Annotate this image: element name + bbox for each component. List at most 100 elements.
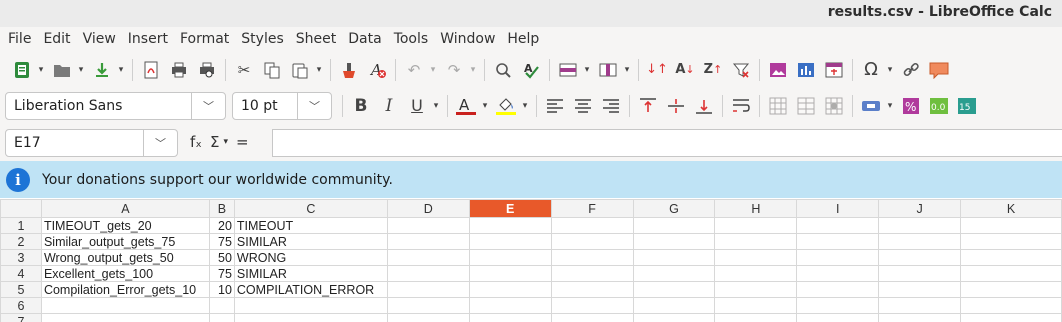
menu-insert[interactable]: Insert bbox=[122, 27, 174, 52]
menu-view[interactable]: View bbox=[77, 27, 122, 52]
cell[interactable] bbox=[960, 265, 1062, 282]
cell[interactable] bbox=[960, 297, 1062, 314]
chevron-down-icon[interactable]: ﹀ bbox=[191, 92, 225, 119]
save-icon[interactable] bbox=[91, 59, 113, 81]
format-number-icon[interactable]: 0.0 bbox=[928, 95, 950, 117]
wrap-text-icon[interactable] bbox=[730, 95, 752, 117]
cell[interactable] bbox=[468, 313, 552, 322]
cell-c5[interactable]: COMPILATION_ERROR bbox=[233, 281, 388, 298]
cell-b2[interactable]: 75 bbox=[208, 233, 235, 250]
menu-window[interactable]: Window bbox=[434, 27, 501, 52]
row-header[interactable]: 6 bbox=[0, 297, 42, 314]
align-right-icon[interactable] bbox=[600, 95, 622, 117]
chevron-down-icon[interactable]: ﹀ bbox=[143, 130, 177, 156]
undo-icon[interactable]: ↶ bbox=[403, 59, 425, 81]
format-percent-icon[interactable]: % bbox=[900, 95, 922, 117]
cell[interactable] bbox=[796, 281, 880, 298]
cell-b3[interactable]: 50 bbox=[208, 249, 235, 266]
column-header-j[interactable]: J bbox=[878, 199, 962, 218]
cell-a5[interactable]: Compilation_Error_gets_10 bbox=[40, 281, 210, 298]
cell-c3[interactable]: WRONG bbox=[233, 249, 388, 266]
cell[interactable] bbox=[550, 265, 634, 282]
sort-descending-icon[interactable]: Z ↑ bbox=[702, 59, 724, 81]
clear-formatting-icon[interactable]: A bbox=[366, 59, 388, 81]
chevron-down-icon[interactable]: ▾ bbox=[582, 65, 592, 75]
cell[interactable] bbox=[632, 313, 716, 322]
center-vertically-icon[interactable] bbox=[665, 95, 687, 117]
column-header-h[interactable]: H bbox=[714, 199, 798, 218]
unmerge-cells-icon[interactable] bbox=[823, 95, 845, 117]
find-replace-icon[interactable] bbox=[492, 59, 514, 81]
cell[interactable] bbox=[714, 281, 798, 298]
cell[interactable] bbox=[550, 233, 634, 250]
menu-sheet[interactable]: Sheet bbox=[290, 27, 342, 52]
number-format-icon[interactable] bbox=[860, 95, 882, 117]
chevron-down-icon[interactable]: ▾ bbox=[76, 65, 86, 75]
align-top-icon[interactable] bbox=[637, 95, 659, 117]
cell[interactable] bbox=[468, 281, 552, 298]
row-header[interactable]: 3 bbox=[0, 249, 42, 266]
spelling-icon[interactable]: A bbox=[520, 59, 542, 81]
chevron-down-icon[interactable]: ▾ bbox=[480, 101, 490, 111]
cell[interactable] bbox=[714, 249, 798, 266]
cell[interactable] bbox=[960, 233, 1062, 250]
function-wizard-icon[interactable]: fₓ bbox=[190, 133, 202, 151]
cell[interactable] bbox=[878, 297, 962, 314]
cell-b1[interactable]: 20 bbox=[208, 217, 235, 234]
cell-a6[interactable] bbox=[40, 297, 210, 314]
cell-c4[interactable]: SIMILAR bbox=[233, 265, 388, 282]
cell[interactable] bbox=[796, 297, 880, 314]
cell[interactable] bbox=[386, 265, 470, 282]
cell[interactable] bbox=[796, 233, 880, 250]
align-center-icon[interactable] bbox=[572, 95, 594, 117]
cell-c1[interactable]: TIMEOUT bbox=[233, 217, 388, 234]
cell[interactable] bbox=[960, 217, 1062, 234]
insert-image-icon[interactable] bbox=[767, 59, 789, 81]
cell-c6[interactable] bbox=[233, 297, 388, 314]
cell[interactable] bbox=[714, 233, 798, 250]
column-header-d[interactable]: D bbox=[386, 199, 470, 218]
highlight-color-icon[interactable] bbox=[495, 95, 517, 117]
formula-input[interactable] bbox=[272, 129, 1062, 157]
spreadsheet-grid[interactable]: A B C D E F G H I J K 1 TIMEOUT_gets_20 … bbox=[0, 199, 1062, 322]
font-name-value[interactable]: Liberation Sans bbox=[6, 98, 191, 114]
cell[interactable] bbox=[632, 281, 716, 298]
chevron-down-icon[interactable]: ▾ bbox=[622, 65, 632, 75]
select-all-corner[interactable] bbox=[0, 199, 42, 218]
column-header-k[interactable]: K bbox=[960, 199, 1062, 218]
cell[interactable] bbox=[878, 281, 962, 298]
column-header-f[interactable]: F bbox=[550, 199, 634, 218]
autofilter-icon[interactable] bbox=[730, 59, 752, 81]
cell[interactable] bbox=[714, 313, 798, 322]
italic-icon[interactable]: I bbox=[378, 95, 400, 117]
cell[interactable] bbox=[386, 233, 470, 250]
cell[interactable] bbox=[632, 265, 716, 282]
cell[interactable] bbox=[386, 217, 470, 234]
cell-b6[interactable] bbox=[208, 297, 235, 314]
bold-icon[interactable]: B bbox=[350, 95, 372, 117]
chevron-down-icon[interactable]: ▾ bbox=[223, 137, 228, 147]
menu-format[interactable]: Format bbox=[174, 27, 235, 52]
column-header-a[interactable]: A bbox=[40, 199, 210, 218]
menu-tools[interactable]: Tools bbox=[388, 27, 435, 52]
chevron-down-icon[interactable]: ﹀ bbox=[297, 92, 331, 119]
cell[interactable] bbox=[632, 249, 716, 266]
chevron-down-icon[interactable]: ▾ bbox=[36, 65, 46, 75]
comment-icon[interactable] bbox=[928, 59, 950, 81]
cell[interactable] bbox=[960, 249, 1062, 266]
cell-a1[interactable]: TIMEOUT_gets_20 bbox=[40, 217, 210, 234]
cell[interactable] bbox=[796, 265, 880, 282]
clone-formatting-icon[interactable] bbox=[338, 59, 360, 81]
new-spreadsheet-icon[interactable] bbox=[11, 59, 33, 81]
formula-icon[interactable]: = bbox=[236, 133, 249, 151]
menu-help[interactable]: Help bbox=[501, 27, 545, 52]
copy-icon[interactable] bbox=[261, 59, 283, 81]
chevron-down-icon[interactable]: ▾ bbox=[428, 65, 438, 75]
cell-a7[interactable] bbox=[40, 313, 210, 322]
cell[interactable] bbox=[714, 265, 798, 282]
cell[interactable] bbox=[550, 313, 634, 322]
chevron-down-icon[interactable]: ▾ bbox=[520, 101, 530, 111]
cell[interactable] bbox=[878, 233, 962, 250]
cell[interactable] bbox=[878, 249, 962, 266]
font-color-icon[interactable]: A bbox=[455, 95, 477, 117]
